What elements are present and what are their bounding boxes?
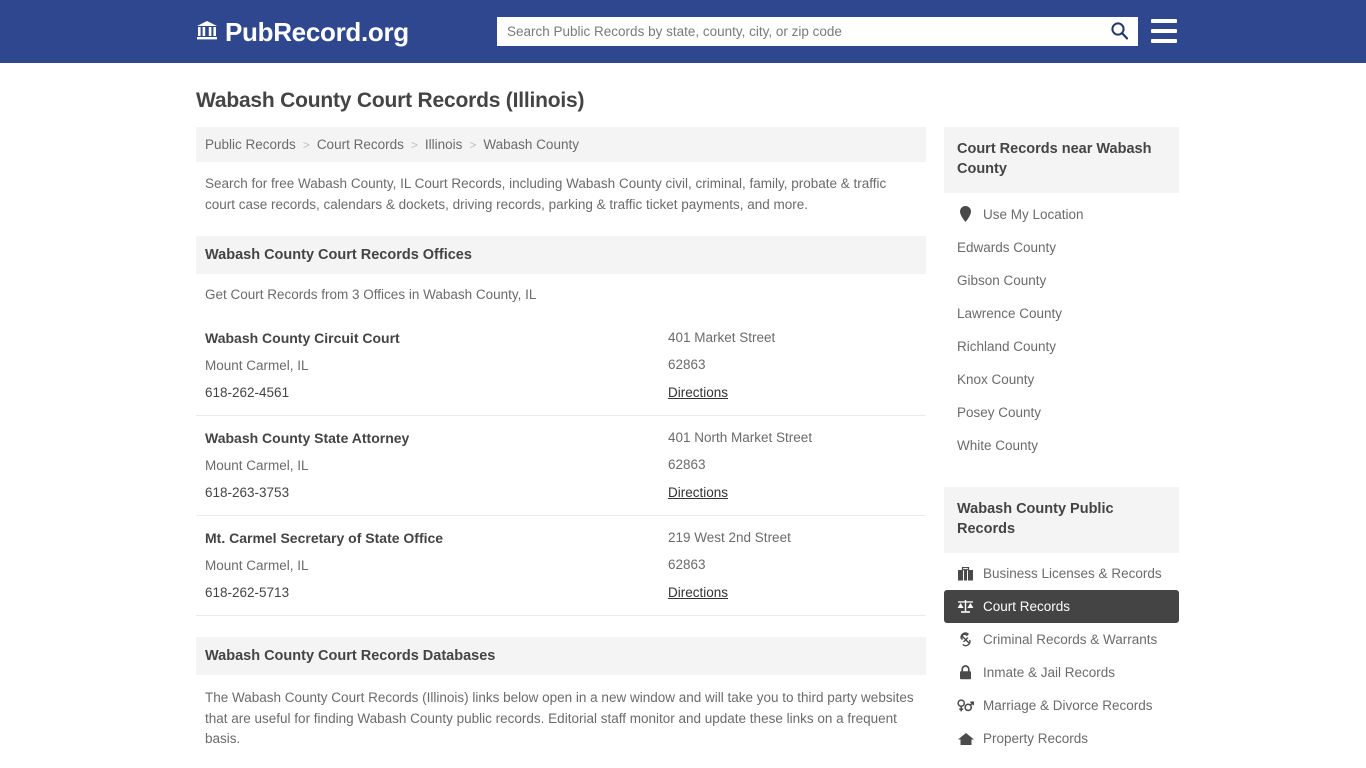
search-button[interactable] <box>1100 17 1138 46</box>
sidebar-item-property-records[interactable]: Property Records <box>944 722 1179 755</box>
gender-symbols-icon <box>957 698 974 713</box>
breadcrumb-item-wabash-county[interactable]: Wabash County <box>483 137 579 152</box>
sidebar-item-marriage-divorce-records[interactable]: Marriage & Divorce Records <box>944 689 1179 722</box>
main-content: Public Records > Court Records > Illinoi… <box>196 127 926 768</box>
sidebar: Court Records near Wabash County Use My … <box>944 127 1179 755</box>
table-row: Mt. Carmel Secretary of State Office Mou… <box>196 516 926 617</box>
table-row: Wabash County State Attorney Mount Carme… <box>196 416 926 517</box>
office-zip: 62863 <box>668 557 706 573</box>
sidebar-item-label: Marriage & Divorce Records <box>983 698 1153 714</box>
sidebar-item-label: Criminal Records & Warrants <box>983 632 1158 648</box>
sidebar-item-label: Posey County <box>957 405 1042 421</box>
databases-section-heading: Wabash County Court Records Databases <box>196 637 926 676</box>
sidebar-item-label: Lawrence County <box>957 306 1063 322</box>
sidebar-nearby-list: Use My Location Edwards County Gibson Co… <box>944 197 1179 462</box>
office-address: 401 North Market Street 62863 Directions <box>668 430 917 502</box>
site-header: PubRecord.org <box>0 0 1366 63</box>
sidebar-public-records-list: Business Licenses & Records Court Record… <box>944 557 1179 755</box>
search-icon <box>1110 21 1129 43</box>
sidebar-item-posey-county[interactable]: Posey County <box>944 396 1179 429</box>
briefcase-icon <box>957 566 974 581</box>
offices-section-heading: Wabash County Court Records Offices <box>196 236 926 275</box>
office-name: Wabash County Circuit Court <box>205 330 400 347</box>
sidebar-item-lawrence-county[interactable]: Lawrence County <box>944 297 1179 330</box>
office-phone[interactable]: 618-263-3753 <box>205 485 668 500</box>
sidebar-item-richland-county[interactable]: Richland County <box>944 330 1179 363</box>
office-street: 401 North Market Street <box>668 430 813 446</box>
office-street: 219 West 2nd Street <box>668 530 791 546</box>
sidebar-item-criminal-records[interactable]: Criminal Records & Warrants <box>944 623 1179 656</box>
sidebar-item-label: Knox County <box>957 372 1035 388</box>
directions-link[interactable]: Directions <box>668 485 728 500</box>
office-name: Mt. Carmel Secretary of State Office <box>205 530 444 547</box>
page-title: Wabash County Court Records (Illinois) <box>196 89 585 112</box>
breadcrumb-item-public-records[interactable]: Public Records <box>205 137 296 152</box>
office-phone[interactable]: 618-262-5713 <box>205 585 668 600</box>
office-city-state: Mount Carmel, IL <box>205 358 309 374</box>
office-city-state: Mount Carmel, IL <box>205 458 309 474</box>
lock-icon <box>957 665 974 680</box>
office-city-state: Mount Carmel, IL <box>205 558 309 574</box>
sidebar-item-court-records[interactable]: Court Records <box>944 590 1179 624</box>
sidebar-item-label: Property Records <box>983 731 1089 747</box>
table-row: Wabash County Circuit Court Mount Carmel… <box>196 316 926 417</box>
sidebar-item-label: Use My Location <box>983 206 1084 222</box>
site-logo[interactable]: PubRecord.org <box>196 19 409 45</box>
scales-of-justice-icon <box>957 599 974 614</box>
sidebar-item-edwards-county[interactable]: Edwards County <box>944 231 1179 264</box>
offices-list: Wabash County Circuit Court Mount Carmel… <box>196 316 926 617</box>
sidebar-item-label: Gibson County <box>957 273 1047 289</box>
sidebar-item-label: Court Records <box>983 599 1071 615</box>
sidebar-item-business-licenses[interactable]: Business Licenses & Records <box>944 557 1179 590</box>
office-details: Mt. Carmel Secretary of State Office Mou… <box>205 530 668 602</box>
bank-columns-icon <box>196 19 218 45</box>
sidebar-nearby-heading: Court Records near Wabash County <box>944 127 1179 194</box>
hamburger-menu-icon[interactable] <box>1151 19 1177 43</box>
databases-section-intro: The Wabash County Court Records (Illinoi… <box>205 690 914 747</box>
breadcrumb-separator: > <box>410 137 418 152</box>
office-name: Wabash County State Attorney <box>205 430 410 447</box>
breadcrumb: Public Records > Court Records > Illinoi… <box>196 127 926 162</box>
office-address: 219 West 2nd Street 62863 Directions <box>668 530 917 602</box>
directions-link[interactable]: Directions <box>668 385 728 400</box>
breadcrumb-item-court-records[interactable]: Court Records <box>317 137 404 152</box>
search-bar[interactable] <box>497 17 1138 46</box>
sidebar-item-label: Richland County <box>957 339 1057 355</box>
office-street: 401 Market Street <box>668 330 776 346</box>
list-item: Wabash County Accident Reports Report Ch… <box>196 750 926 768</box>
sidebar-public-records-heading: Wabash County Public Records <box>944 487 1179 554</box>
offices-section-subtitle: Get Court Records from 3 Offices in Waba… <box>205 287 537 303</box>
sidebar-public-records-block: Wabash County Public Records Business Li… <box>944 487 1179 755</box>
map-pin-icon <box>957 206 974 223</box>
sidebar-item-label: Business Licenses & Records <box>983 566 1162 582</box>
sidebar-item-knox-county[interactable]: Knox County <box>944 363 1179 396</box>
sidebar-item-label: White County <box>957 438 1039 454</box>
office-address: 401 Market Street 62863 Directions <box>668 330 917 402</box>
office-details: Wabash County Circuit Court Mount Carmel… <box>205 330 668 402</box>
sidebar-item-use-my-location[interactable]: Use My Location <box>944 197 1179 231</box>
content-columns: Public Records > Court Records > Illinoi… <box>0 127 1366 768</box>
sidebar-item-white-county[interactable]: White County <box>944 429 1179 462</box>
breadcrumb-separator: > <box>302 137 310 152</box>
page-intro-text: Search for free Wabash County, IL Court … <box>205 176 887 212</box>
chain-link-icon <box>957 632 974 647</box>
page-body: Wabash County Court Records (Illinois) P… <box>0 89 1366 768</box>
office-phone[interactable]: 618-262-4561 <box>205 385 668 400</box>
office-zip: 62863 <box>668 357 706 373</box>
office-details: Wabash County State Attorney Mount Carme… <box>205 430 668 502</box>
site-logo-text: PubRecord.org <box>225 16 409 47</box>
sidebar-item-label: Inmate & Jail Records <box>983 665 1116 681</box>
breadcrumb-separator: > <box>469 137 477 152</box>
sidebar-item-gibson-county[interactable]: Gibson County <box>944 264 1179 297</box>
breadcrumb-item-illinois[interactable]: Illinois <box>425 137 463 152</box>
sidebar-item-inmate-jail-records[interactable]: Inmate & Jail Records <box>944 656 1179 689</box>
sidebar-item-label: Edwards County <box>957 240 1057 256</box>
directions-link[interactable]: Directions <box>668 585 728 600</box>
office-zip: 62863 <box>668 457 706 473</box>
house-icon <box>957 732 974 746</box>
search-input[interactable] <box>497 17 1100 46</box>
